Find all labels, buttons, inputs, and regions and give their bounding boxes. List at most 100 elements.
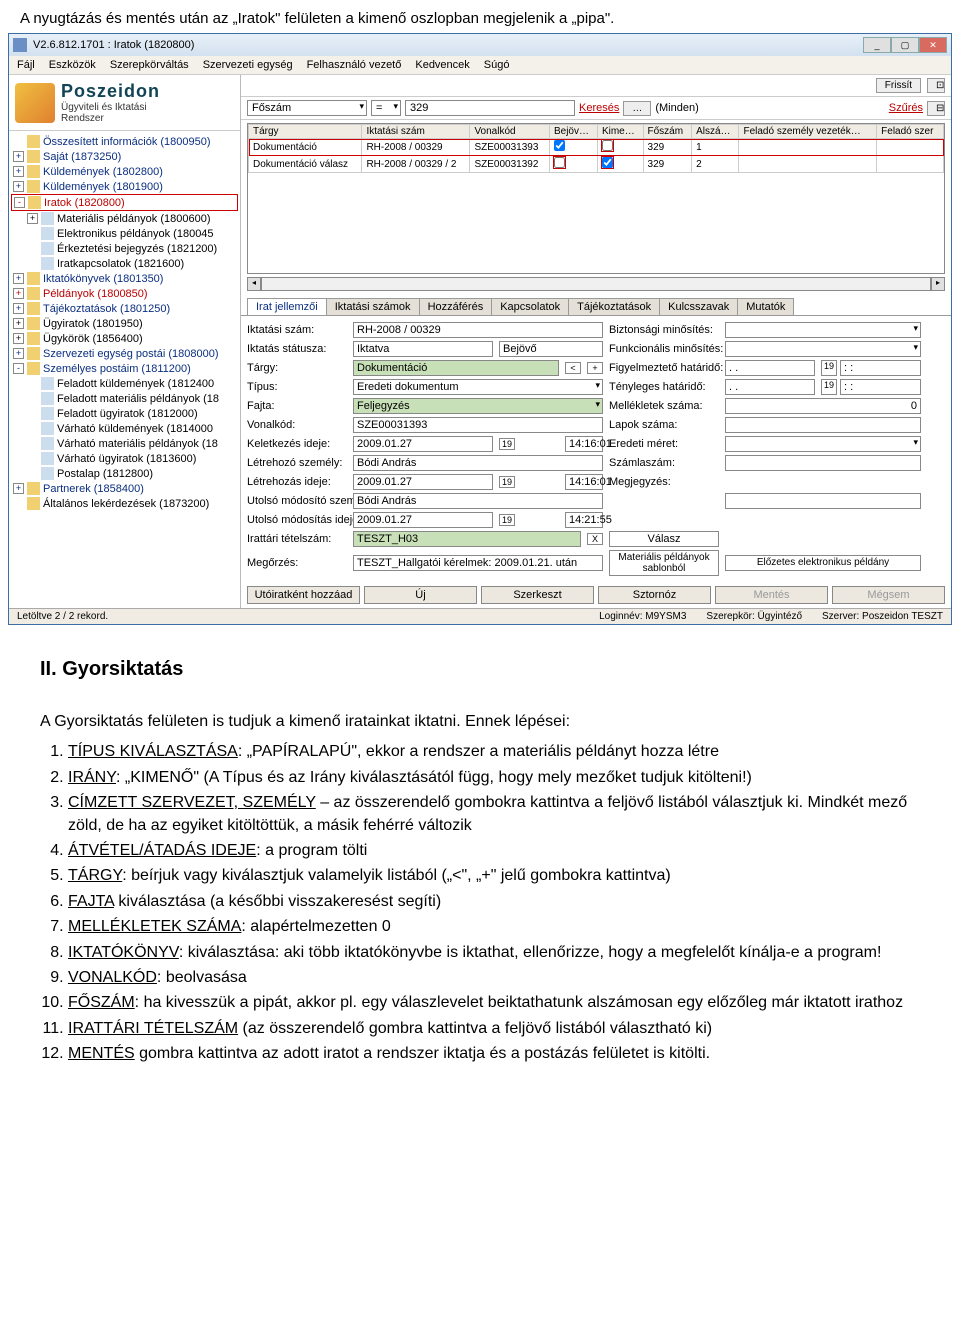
menu-item[interactable]: Szervezeti egység xyxy=(203,59,293,71)
expand-icon[interactable]: + xyxy=(13,303,24,314)
tree-item[interactable]: Várható materiális példányok (18 xyxy=(11,436,238,451)
search-field-select[interactable]: Főszám xyxy=(247,100,367,116)
fld-kel-t[interactable]: 14:16:01 xyxy=(565,436,603,452)
scroll-right-icon[interactable]: ▸ xyxy=(931,277,945,291)
tree-item[interactable]: Érkeztetési bejegyzés (1821200) xyxy=(11,241,238,256)
search-more-button[interactable]: … xyxy=(623,101,651,116)
fld-figy-t[interactable]: : : xyxy=(840,360,921,376)
expand-icon[interactable]: + xyxy=(13,288,24,299)
fld-iktatasi-szam[interactable]: RH-2008 / 00329 xyxy=(353,322,603,338)
maximize-button[interactable]: ▢ xyxy=(891,37,919,53)
expand-icon[interactable]: + xyxy=(13,181,24,192)
tree-item[interactable]: +Tájékoztatások (1801250) xyxy=(11,301,238,316)
action-button[interactable]: Új xyxy=(364,586,477,604)
expand-icon[interactable] xyxy=(27,258,38,269)
row-checkbox[interactable] xyxy=(602,157,613,168)
tree-item[interactable]: +Ügykörök (1856400) xyxy=(11,331,238,346)
expand-icon[interactable] xyxy=(27,453,38,464)
tree-item[interactable]: Iratkapcsolatok (1821600) xyxy=(11,256,238,271)
col-header[interactable]: Iktatási szám xyxy=(362,125,470,139)
menu-item[interactable]: Felhasználó vezető xyxy=(307,59,402,71)
col-header[interactable]: Vonalkód xyxy=(470,125,550,139)
expand-icon[interactable] xyxy=(27,228,38,239)
expand-icon[interactable]: + xyxy=(13,348,24,359)
search-input[interactable] xyxy=(405,100,575,116)
fld-biztonsagi[interactable] xyxy=(725,322,921,338)
tree-item[interactable]: -Iratok (1820800) xyxy=(11,194,238,211)
grid-scrollbar[interactable]: ◂ ▸ xyxy=(241,277,951,294)
tree-item[interactable]: +Szervezeti egység postái (1808000) xyxy=(11,346,238,361)
tree-item[interactable]: Általános lekérdezések (1873200) xyxy=(11,496,238,511)
menu-item[interactable]: Kedvencek xyxy=(415,59,469,71)
tree-item[interactable]: Összesített információk (1800950) xyxy=(11,134,238,149)
expand-icon[interactable]: + xyxy=(27,213,38,224)
search-go-link[interactable]: Keresés xyxy=(579,102,619,114)
fld-szamlaszam[interactable] xyxy=(725,455,921,471)
btn-valasz[interactable]: Válasz xyxy=(609,531,719,547)
expand-icon[interactable] xyxy=(27,393,38,404)
cal-icon3[interactable]: 19 xyxy=(499,438,515,450)
row-checkbox[interactable] xyxy=(554,157,565,168)
col-header[interactable]: Bejöv… xyxy=(549,125,597,139)
col-header[interactable]: Feladó személy vezeték… xyxy=(739,125,877,139)
tree-item[interactable]: Várható ügyiratok (1813600) xyxy=(11,451,238,466)
fld-teny-t[interactable]: : : xyxy=(840,379,921,395)
tree-item[interactable]: +Materiális példányok (1800600) xyxy=(11,211,238,226)
menu-item[interactable]: Szerepkörváltás xyxy=(110,59,189,71)
tree-item[interactable]: +Saját (1873250) xyxy=(11,149,238,164)
expand-icon[interactable]: + xyxy=(13,273,24,284)
tree-item[interactable]: +Partnerek (1858400) xyxy=(11,481,238,496)
menu-item[interactable]: Súgó xyxy=(484,59,510,71)
tab[interactable]: Iktatási számok xyxy=(326,298,420,315)
col-header[interactable]: Feladó szer xyxy=(877,125,944,139)
expand-icon[interactable]: + xyxy=(13,333,24,344)
cal-icon4[interactable]: 19 xyxy=(499,476,515,488)
fld-megorzes[interactable]: TESZT_Hallgatói kérelmek: 2009.01.21. ut… xyxy=(353,555,603,571)
fld-eredeti[interactable] xyxy=(725,436,921,452)
btn-targy-plus[interactable]: + xyxy=(587,362,603,374)
tab[interactable]: Kulcsszavak xyxy=(659,298,738,315)
fld-tipus[interactable]: Eredeti dokumentum xyxy=(353,379,603,395)
col-header[interactable]: Kime… xyxy=(597,125,643,139)
expand-icon[interactable]: - xyxy=(13,363,24,374)
fld-funkcionalis[interactable] xyxy=(725,341,921,357)
fld-letr-t[interactable]: 14:16:01 xyxy=(565,474,603,490)
tree-item[interactable]: Feladott ügyiratok (1812000) xyxy=(11,406,238,421)
minimize-button[interactable]: _ xyxy=(863,37,891,53)
expand-icon[interactable] xyxy=(27,438,38,449)
filter-icon[interactable]: ⊟ xyxy=(927,101,945,116)
expand-icon[interactable]: - xyxy=(14,197,25,208)
expand-icon[interactable] xyxy=(27,468,38,479)
fld-mellekletek[interactable]: 0 xyxy=(725,398,921,414)
tree-item[interactable]: Elektronikus példányok (180045 xyxy=(11,226,238,241)
action-button[interactable]: Szerkeszt xyxy=(481,586,594,604)
table-row[interactable]: DokumentációRH-2008 / 00329SZE0003139332… xyxy=(249,139,944,156)
action-button[interactable]: Utóiratként hozzáad xyxy=(247,586,360,604)
fld-figy-d[interactable]: . . xyxy=(725,360,815,376)
tab[interactable]: Tájékoztatások xyxy=(568,298,660,315)
fld-letr-d[interactable]: 2009.01.27 xyxy=(353,474,493,490)
fld-status2[interactable]: Bejövő xyxy=(499,341,603,357)
fld-teny-d[interactable]: . . xyxy=(725,379,815,395)
btn-mat-sablon[interactable]: Materiális példányok sablonból xyxy=(609,550,719,576)
tree-item[interactable]: -Személyes postáim (1811200) xyxy=(11,361,238,376)
tree-item[interactable]: +Ügyiratok (1801950) xyxy=(11,316,238,331)
expand-icon[interactable]: + xyxy=(13,166,24,177)
tree-item[interactable]: Feladott materiális példányok (18 xyxy=(11,391,238,406)
tree-item[interactable]: Postalap (1812800) xyxy=(11,466,238,481)
fld-kel-d[interactable]: 2009.01.27 xyxy=(353,436,493,452)
cal-icon5[interactable]: 19 xyxy=(499,514,515,526)
menu-item[interactable]: Fájl xyxy=(17,59,35,71)
btn-targy-lt[interactable]: < xyxy=(565,362,581,374)
row-checkbox[interactable] xyxy=(554,140,565,151)
filter-link[interactable]: Szűrés xyxy=(889,102,923,114)
col-header[interactable]: Tárgy xyxy=(249,125,362,139)
refresh-button[interactable]: Frissít xyxy=(876,78,921,93)
expand-icon[interactable] xyxy=(27,408,38,419)
expand-icon[interactable] xyxy=(13,498,24,509)
scroll-left-icon[interactable]: ◂ xyxy=(247,277,261,291)
expand-icon[interactable] xyxy=(13,136,24,147)
table-row[interactable]: Dokumentáció válaszRH-2008 / 00329 / 2SZ… xyxy=(249,156,944,173)
tab[interactable]: Kapcsolatok xyxy=(491,298,569,315)
expand-icon[interactable]: + xyxy=(13,483,24,494)
